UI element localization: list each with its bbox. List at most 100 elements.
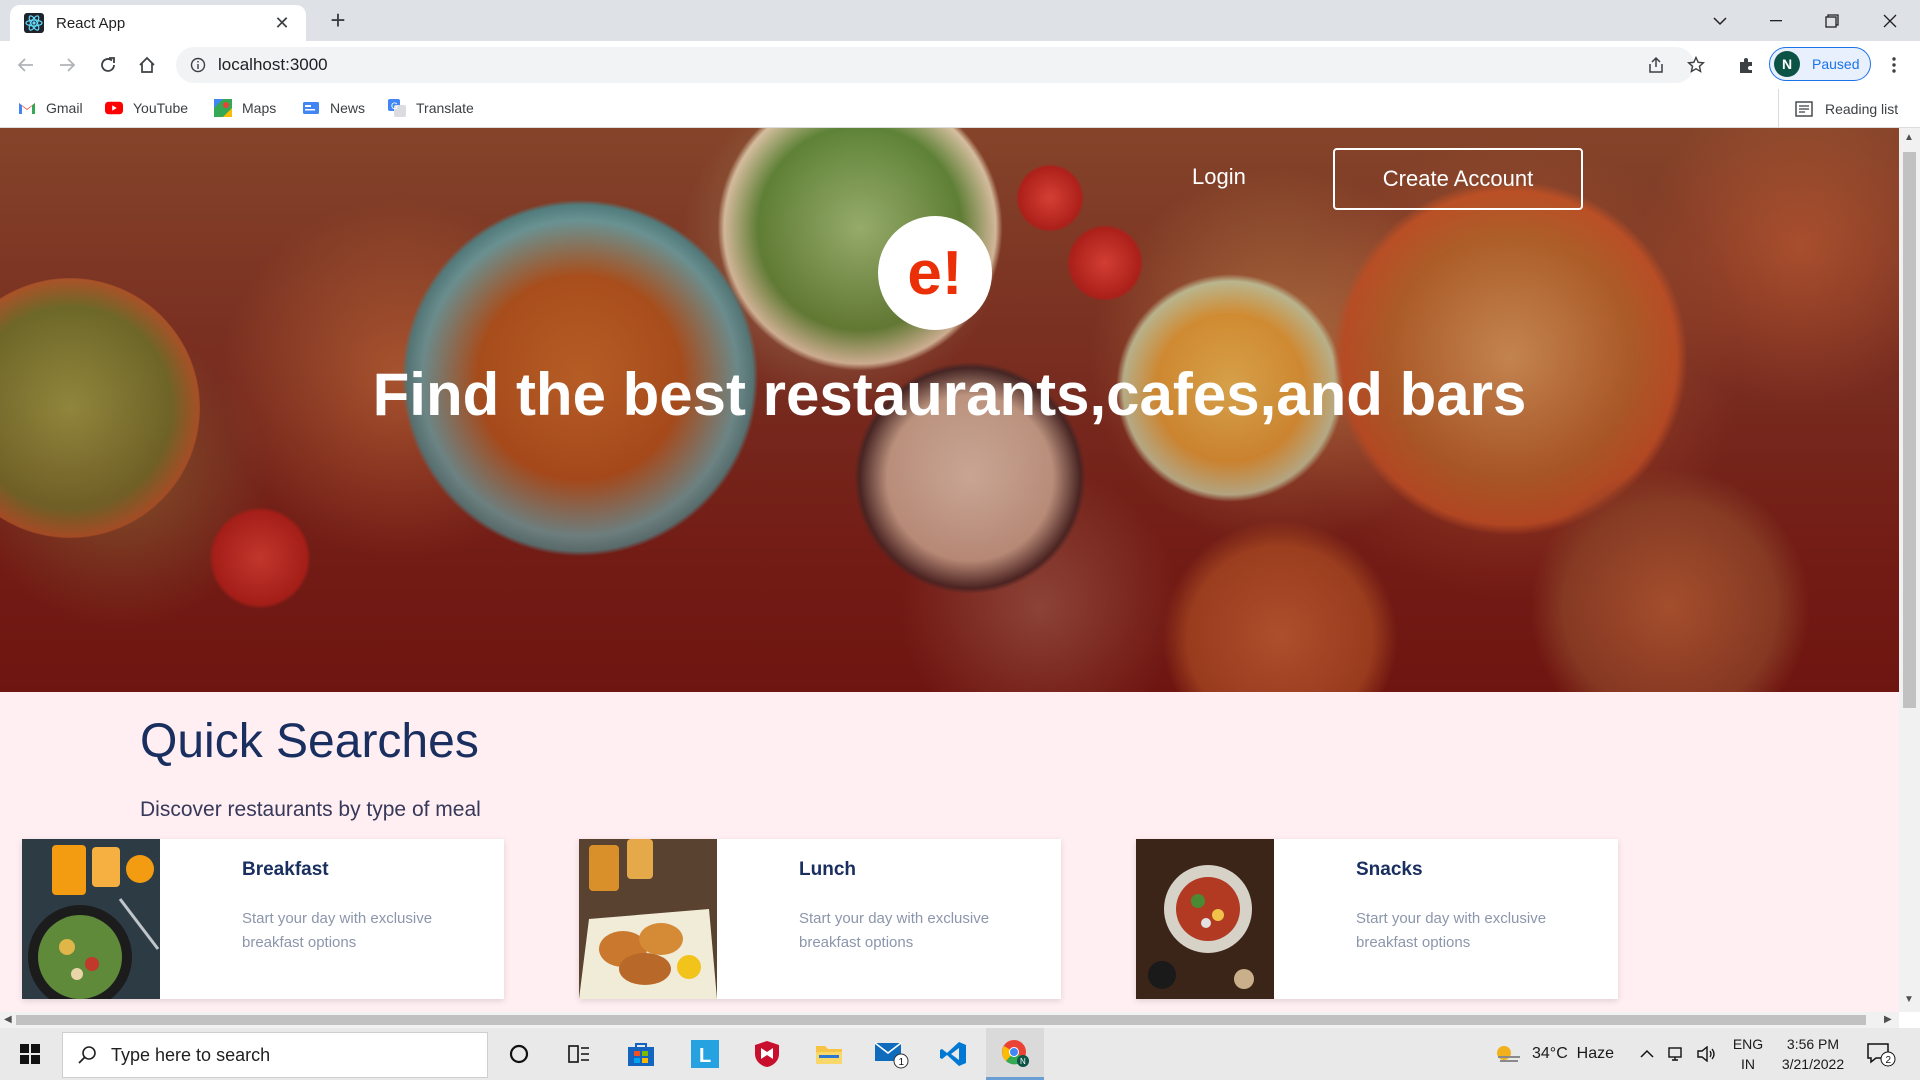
url-text: localhost:3000 <box>218 55 328 74</box>
kebab-menu-icon[interactable] <box>1878 49 1910 81</box>
start-button[interactable] <box>0 1028 60 1080</box>
microsoft-store-icon[interactable] <box>612 1028 670 1080</box>
new-tab-button[interactable]: + <box>324 6 352 34</box>
create-account-button[interactable]: Create Account <box>1333 148 1583 210</box>
card-title: Snacks <box>1356 859 1423 880</box>
reload-button[interactable] <box>92 49 124 81</box>
scroll-left-arrow-icon[interactable]: ◀ <box>4 1014 12 1025</box>
bookmark-label: YouTube <box>133 100 189 116</box>
cortana-icon[interactable] <box>490 1028 548 1080</box>
svg-text:N: N <box>1020 1057 1026 1066</box>
profile-status: Paused <box>1812 56 1860 72</box>
meal-card-snacks[interactable]: Snacks Start your day with exclusive bre… <box>1136 839 1618 999</box>
notification-badge: 2 <box>1886 1055 1892 1066</box>
horizontal-scrollbar[interactable]: ◀ ▶ <box>0 1012 1899 1028</box>
reading-list-button[interactable]: Reading list <box>1778 89 1898 128</box>
tab-strip: React App ✕ + <box>0 0 1920 41</box>
home-button[interactable] <box>131 49 163 81</box>
login-link[interactable]: Login <box>1192 164 1246 190</box>
tab-search-chevron-icon[interactable] <box>1692 0 1748 41</box>
clock[interactable]: 3:56 PM 3/21/2022 <box>1770 1034 1856 1074</box>
avatar: N <box>1774 51 1800 77</box>
breakfast-image <box>22 839 160 999</box>
reading-list-label: Reading list <box>1825 100 1899 117</box>
language-indicator[interactable]: ENG IN <box>1728 1034 1768 1074</box>
scroll-up-arrow-icon[interactable]: ▲ <box>1904 132 1914 143</box>
news-icon <box>302 99 320 117</box>
card-title: Lunch <box>799 859 856 880</box>
show-hidden-icons-chevron-icon[interactable] <box>1640 1028 1654 1080</box>
quick-searches-subtitle: Discover restaurants by type of meal <box>140 798 481 821</box>
windows-icon <box>20 1044 40 1064</box>
restore-button[interactable] <box>1804 0 1860 41</box>
bookmark-gmail[interactable]: Gmail <box>18 97 83 119</box>
scroll-down-arrow-icon[interactable]: ▼ <box>1904 994 1914 1005</box>
hero-banner: Login Create Account e! Find the best re… <box>0 128 1899 692</box>
forward-button[interactable] <box>51 49 83 81</box>
bookmark-label: News <box>330 100 366 116</box>
address-bar[interactable]: localhost:3000 <box>176 47 1694 83</box>
search-icon <box>78 1046 96 1064</box>
bookmark-maps[interactable]: Maps <box>214 97 276 119</box>
translate-icon: G <box>388 99 406 117</box>
bookmarks-bar: Gmail YouTube Maps News G Translate Read… <box>0 89 1920 128</box>
task-view-icon[interactable] <box>550 1028 608 1080</box>
clock-time: 3:56 PM <box>1786 1036 1840 1052</box>
volume-icon[interactable] <box>1696 1028 1716 1080</box>
bookmark-label: Gmail <box>46 100 83 116</box>
close-tab-icon[interactable]: ✕ <box>270 13 294 34</box>
vertical-scrollbar[interactable]: ▲ ▼ <box>1899 128 1920 1012</box>
brand-logo: e! <box>878 216 992 330</box>
snacks-image <box>1136 839 1274 999</box>
meal-card-lunch[interactable]: Lunch Start your day with exclusive brea… <box>579 839 1061 999</box>
taskbar: Type here to search L 1 N 34°C Haze ENG <box>0 1028 1920 1080</box>
search-placeholder: Type here to search <box>111 1044 271 1065</box>
minimize-button[interactable] <box>1748 0 1804 41</box>
notifications-icon[interactable]: 2 <box>1866 1028 1896 1080</box>
back-button[interactable] <box>10 49 42 81</box>
page-viewport: Login Create Account e! Find the best re… <box>0 128 1899 1012</box>
card-description: Start your day with exclusive breakfast … <box>1356 910 1547 951</box>
profile-button[interactable]: N Paused <box>1769 47 1871 81</box>
hero-title: Find the best restaurants,cafes,and bars <box>372 361 1527 428</box>
svg-text:G: G <box>391 101 398 111</box>
bookmark-news[interactable]: News <box>302 97 365 119</box>
bookmark-star-icon[interactable] <box>1680 49 1712 81</box>
browser-toolbar: localhost:3000 N Paused <box>0 41 1920 89</box>
taskbar-search-input[interactable]: Type here to search <box>62 1032 488 1078</box>
svg-text:L: L <box>699 1045 711 1067</box>
maps-icon <box>214 99 232 117</box>
weather-widget[interactable]: 34°C Haze <box>1494 1028 1614 1080</box>
clock-date: 3/21/2022 <box>1781 1056 1845 1072</box>
gmail-icon <box>18 99 36 117</box>
l-app-icon[interactable]: L <box>676 1028 734 1080</box>
weather-text: 34°C Haze <box>1532 1045 1614 1062</box>
language-code: ENG <box>1732 1036 1764 1052</box>
haze-sun-icon <box>1497 1046 1520 1062</box>
bookmark-label: Maps <box>242 100 277 116</box>
vertical-scroll-thumb[interactable] <box>1903 152 1916 708</box>
reading-list-icon <box>1795 100 1813 117</box>
bookmark-translate[interactable]: G Translate <box>388 97 474 119</box>
card-description: Start your day with exclusive breakfast … <box>799 910 990 951</box>
vscode-icon[interactable] <box>924 1028 982 1080</box>
browser-tab[interactable]: React App ✕ <box>10 5 306 41</box>
bookmark-label: Translate <box>416 100 474 116</box>
quick-searches-title: Quick Searches <box>140 715 479 768</box>
tab-title: React App <box>56 14 126 32</box>
mcafee-icon[interactable] <box>738 1028 796 1080</box>
network-icon[interactable] <box>1666 1028 1684 1080</box>
close-window-button[interactable] <box>1862 0 1918 41</box>
mail-icon[interactable]: 1 <box>862 1028 920 1080</box>
horizontal-scroll-thumb[interactable] <box>16 1015 1866 1025</box>
card-title: Breakfast <box>242 859 329 880</box>
meal-card-breakfast[interactable]: Breakfast Start your day with exclusive … <box>22 839 504 999</box>
bookmark-youtube[interactable]: YouTube <box>105 97 188 119</box>
chrome-icon[interactable]: N <box>986 1028 1044 1080</box>
extensions-icon[interactable] <box>1730 49 1762 81</box>
card-description: Start your day with exclusive breakfast … <box>242 910 433 951</box>
file-explorer-icon[interactable] <box>800 1028 858 1080</box>
site-info-icon[interactable] <box>190 57 206 73</box>
share-icon[interactable] <box>1640 49 1672 81</box>
scroll-right-arrow-icon[interactable]: ▶ <box>1884 1014 1892 1025</box>
